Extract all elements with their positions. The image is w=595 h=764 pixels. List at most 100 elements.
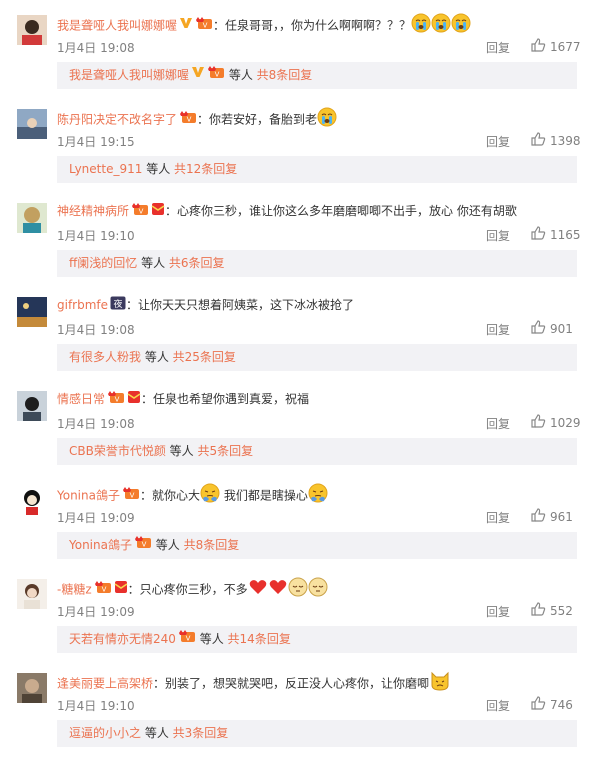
sub-reply-label: 等人	[141, 350, 173, 364]
reply-button[interactable]: 回复	[486, 39, 510, 56]
sub-reply-label: 等人	[225, 68, 257, 82]
sub-reply-username[interactable]: Lynette_911	[69, 162, 142, 176]
like-count: 961	[550, 509, 573, 524]
reply-button[interactable]: 回复	[486, 603, 510, 620]
svg-text:V: V	[142, 541, 147, 549]
avatar[interactable]	[17, 579, 47, 609]
username-link[interactable]: 逢美丽要上高架桥	[57, 677, 153, 691]
sub-reply-count-link[interactable]: 共8条回复	[257, 68, 313, 82]
comment-timestamp: 1月4日 19:09	[57, 511, 135, 525]
reply-button[interactable]: 回复	[486, 133, 510, 150]
thumbs-up-icon	[530, 131, 546, 150]
like-button[interactable]: 1677	[530, 37, 581, 56]
comment-timestamp: 1月4日 19:10	[57, 229, 135, 243]
thumbs-up-icon	[530, 601, 546, 620]
sub-replies-summary[interactable]: CBB荣誉市代悦颜 等人 共5条回复	[57, 438, 577, 465]
svg-text:V: V	[115, 395, 120, 403]
sub-reply-username[interactable]: CBB荣誉市代悦颜	[69, 444, 166, 458]
thumbs-up-icon	[530, 319, 546, 338]
sub-reply-username[interactable]: ff阑浅的回忆	[69, 256, 137, 270]
like-button[interactable]: 1165	[530, 225, 581, 244]
sub-reply-count-link[interactable]: 共8条回复	[184, 538, 240, 552]
like-count: 1677	[550, 39, 581, 54]
reply-button[interactable]: 回复	[486, 321, 510, 338]
username-link[interactable]: -糖糖z	[57, 583, 92, 597]
vip-crown-icon: V	[94, 580, 112, 600]
comment-item: 逢美丽要上高架桥：别装了，想哭就哭吧，反正没人心疼你，让你磨唧 1月4日 19:1…	[0, 658, 595, 752]
sub-reply-username[interactable]: 有很多人粉我	[69, 350, 141, 364]
avatar[interactable]	[17, 485, 47, 515]
like-button[interactable]: 746	[530, 695, 573, 714]
like-count: 901	[550, 321, 573, 336]
username-link[interactable]: 我是聋哑人我叫娜娜喔	[57, 19, 177, 33]
sub-reply-username[interactable]: 天若有情亦无情240	[69, 632, 176, 646]
shy-emoji-icon	[308, 483, 328, 509]
sub-reply-count-link[interactable]: 共3条回复	[173, 726, 229, 740]
sub-reply-count-link[interactable]: 共14条回复	[228, 632, 291, 646]
username-link[interactable]: 陈丹阳决定不改名字了	[57, 113, 177, 127]
vip-crown-icon: V	[195, 16, 213, 36]
avatar[interactable]	[17, 673, 47, 703]
thumbs-up-icon	[530, 413, 546, 432]
avatar[interactable]	[17, 109, 47, 139]
sub-reply-count-link[interactable]: 共6条回复	[169, 256, 225, 270]
sub-replies-summary[interactable]: 有很多人粉我 等人 共25条回复	[57, 344, 577, 371]
sub-reply-username[interactable]: 我是聋哑人我叫娜娜喔	[69, 68, 189, 82]
sub-reply-count-link[interactable]: 共5条回复	[198, 444, 254, 458]
like-button[interactable]: 1029	[530, 413, 581, 432]
reply-button[interactable]: 回复	[486, 509, 510, 526]
comment-text: ：任泉哥哥，，你为什么啊啊啊？？？	[213, 18, 412, 33]
sub-reply-username[interactable]: Yonina鴿子	[69, 538, 132, 552]
comment-item: Yonina鴿子 V ：就你心大 我们都是瞎操心 1月4日 19:09 回复 961 Yon…	[0, 470, 595, 564]
svg-text:V: V	[139, 207, 144, 215]
sub-replies-summary[interactable]: 逗逼的小小之 等人 共3条回复	[57, 720, 577, 747]
crying-emoji-icon	[317, 107, 337, 133]
shy-emoji-icon	[200, 483, 220, 509]
comment-item: 情感日常 V ：任泉也希望你遇到真爱，祝福 1月4日 19:08 回复 1029 CBB荣誉…	[0, 376, 595, 470]
avatar[interactable]	[17, 297, 47, 327]
sub-replies-summary[interactable]: 我是聋哑人我叫娜娜喔 V 等人 共8条回复	[57, 62, 577, 89]
comment-item: -糖糖z V ：只心疼你三秒，不多 1月4日 19:09 回复 552 天若有情亦无情240…	[0, 564, 595, 658]
comment-timestamp: 1月4日 19:09	[57, 605, 135, 619]
reply-button[interactable]: 回复	[486, 415, 510, 432]
like-button[interactable]: 901	[530, 319, 573, 338]
like-button[interactable]: 1398	[530, 131, 581, 150]
vip-crown-icon: V	[207, 62, 225, 89]
username-link[interactable]: 神经精神病所	[57, 204, 129, 218]
sub-replies-summary[interactable]: Lynette_911 等人 共12条回复	[57, 156, 577, 183]
svg-text:V: V	[186, 635, 191, 643]
sub-reply-username[interactable]: 逗逼的小小之	[69, 726, 141, 740]
sub-replies-summary[interactable]: 天若有情亦无情240 V 等人 共14条回复	[57, 626, 577, 653]
username-link[interactable]: gifrbmfe	[57, 298, 108, 312]
like-count: 746	[550, 697, 573, 712]
thumbs-up-icon	[530, 507, 546, 526]
sub-reply-count-link[interactable]: 共12条回复	[174, 162, 237, 176]
sub-replies-summary[interactable]: Yonina鴿子 V 等人 共8条回复	[57, 532, 577, 559]
comment-line: gifrbmfe 夜：让你天天只想着阿姨菜，这下冰冰被抢了	[57, 295, 585, 315]
avatar[interactable]	[17, 15, 47, 45]
sub-replies-summary[interactable]: ff阑浅的回忆 等人 共6条回复	[57, 250, 577, 277]
sub-reply-label: 等人	[142, 162, 175, 176]
crying-emoji-icon	[431, 13, 451, 39]
like-count: 1029	[550, 415, 581, 430]
svg-text:夜: 夜	[114, 298, 123, 310]
verified-v-icon	[179, 16, 193, 36]
thumbs-up-icon	[530, 37, 546, 56]
vip-crown-icon: V	[178, 626, 196, 653]
sub-reply-label: 等人	[151, 538, 184, 552]
vip-crown-icon: V	[107, 390, 125, 410]
sub-reply-count-link[interactable]: 共25条回复	[173, 350, 236, 364]
comment-text: ：你若安好，备胎到老	[197, 112, 318, 127]
avatar[interactable]	[17, 203, 47, 233]
username-link[interactable]: 情感日常	[57, 392, 105, 406]
like-button[interactable]: 961	[530, 507, 573, 526]
username-link[interactable]: Yonina鴿子	[57, 489, 120, 503]
red-envelope-icon	[114, 580, 128, 600]
comment-line: 逢美丽要上高架桥：别装了，想哭就哭吧，反正没人心疼你，让你磨唧	[57, 671, 585, 691]
avatar[interactable]	[17, 391, 47, 421]
like-button[interactable]: 552	[530, 601, 573, 620]
comment-item: 陈丹阳决定不改名字了 V ：你若安好，备胎到老 1月4日 19:15 回复 1398 Lyn…	[0, 94, 595, 188]
crying-emoji-icon	[411, 13, 431, 39]
reply-button[interactable]: 回复	[486, 227, 510, 244]
reply-button[interactable]: 回复	[486, 697, 510, 714]
